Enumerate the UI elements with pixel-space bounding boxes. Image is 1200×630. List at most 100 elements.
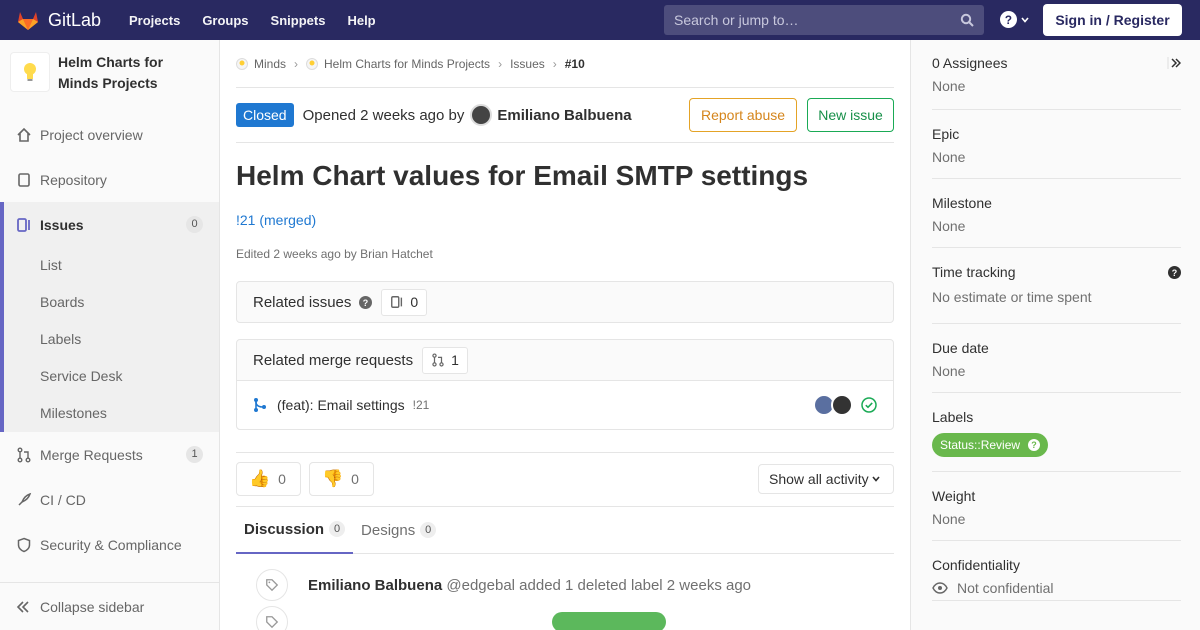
mr-title[interactable]: (feat): Email settings xyxy=(277,397,405,413)
help-dropdown[interactable]: ? xyxy=(1000,11,1030,28)
eye-icon xyxy=(932,582,948,594)
sidebar-item-label: Issues xyxy=(40,216,84,233)
question-icon: ? xyxy=(1028,439,1041,451)
breadcrumb: Minds › Helm Charts for Minds Projects ›… xyxy=(236,40,894,88)
mr-ref: !21 xyxy=(412,398,430,412)
label-status-review[interactable]: Status::Review ? xyxy=(932,433,1049,457)
avatar[interactable] xyxy=(831,394,853,416)
shield-icon xyxy=(16,537,32,553)
milestone-title: Milestone xyxy=(932,195,992,211)
weight-block: Weight None xyxy=(932,472,1181,541)
sidebar-item-label: Security & Compliance xyxy=(40,536,182,553)
award-emoji-bar: 👍 0 👎 0 Show all activity xyxy=(236,462,894,496)
note-author[interactable]: Emiliano Balbuena xyxy=(308,577,442,594)
sidebar-item-label: CI / CD xyxy=(40,491,86,508)
sidebar-item-repository[interactable]: Repository xyxy=(0,157,219,202)
breadcrumb-issues[interactable]: Issues xyxy=(510,57,545,71)
tag-icon xyxy=(256,569,288,601)
related-mrs-count[interactable]: 1 xyxy=(422,346,468,374)
nav-help[interactable]: Help xyxy=(347,13,375,28)
note-handle[interactable]: @edgebal xyxy=(446,577,515,594)
breadcrumb-issue-number[interactable]: #10 xyxy=(565,57,585,71)
thumbs-up-button[interactable]: 👍 0 xyxy=(236,462,301,496)
milestone-value: None xyxy=(932,218,966,234)
sidebar-subitem-boards[interactable]: Boards xyxy=(4,284,219,321)
collapse-sidebar-button[interactable]: Collapse sidebar xyxy=(0,582,219,630)
issue-header: Closed Opened 2 weeks ago by Emiliano Ba… xyxy=(236,88,894,143)
issue-title: Helm Chart values for Email SMTP setting… xyxy=(236,160,809,191)
nav-snippets[interactable]: Snippets xyxy=(271,13,326,28)
sidebar-subitem-list[interactable]: List xyxy=(4,247,219,284)
question-icon: ? xyxy=(1000,11,1017,28)
project-header[interactable]: Helm Charts for Minds Projects xyxy=(0,40,219,112)
merge-icon xyxy=(432,353,444,367)
search-icon[interactable] xyxy=(960,13,974,27)
assignees-block: 0 Assignees None xyxy=(932,40,1181,110)
confidentiality-block: Confidentiality Not confidential xyxy=(932,541,1181,601)
related-issues-count[interactable]: 0 xyxy=(381,288,428,316)
question-icon[interactable]: ? xyxy=(359,295,373,309)
due-date-block: Due date None xyxy=(932,324,1181,393)
related-mr-row[interactable]: (feat): Email settings !21 xyxy=(237,381,893,429)
right-sidebar: 0 Assignees None Epic None Milestone Non… xyxy=(910,40,1200,630)
report-abuse-button[interactable]: Report abuse xyxy=(689,98,797,132)
collapse-sidebar-label: Collapse sidebar xyxy=(40,598,145,615)
due-date-title: Due date xyxy=(932,340,989,356)
left-sidebar: Helm Charts for Minds Projects Project o… xyxy=(0,40,220,630)
merge-icon xyxy=(16,447,32,463)
new-issue-button[interactable]: New issue xyxy=(807,98,894,132)
breadcrumb-project[interactable]: Helm Charts for Minds Projects xyxy=(306,57,490,71)
tab-discussion[interactable]: Discussion 0 xyxy=(236,506,354,554)
activity-filter-dropdown[interactable]: Show all activity xyxy=(758,464,894,494)
lightbulb-icon xyxy=(306,57,319,70)
top-navbar: GitLab Projects Groups Snippets Help ? S… xyxy=(0,0,1200,40)
label-pill[interactable] xyxy=(552,612,666,630)
time-tracking-value: No estimate or time spent xyxy=(932,289,1092,305)
gitlab-logo[interactable]: GitLab xyxy=(16,8,116,32)
svg-text:?: ? xyxy=(363,297,368,307)
chevron-down-icon xyxy=(872,476,880,482)
gitlab-tanuki-icon xyxy=(18,12,38,30)
breadcrumb-minds[interactable]: Minds xyxy=(236,57,286,71)
merge-request-link[interactable]: !21 (merged) xyxy=(236,212,894,228)
labels-title: Labels xyxy=(932,409,974,425)
weight-value: None xyxy=(932,511,966,527)
sidebar-item-issues[interactable]: Issues 0 xyxy=(0,202,219,247)
activity-filter-label: Show all activity xyxy=(769,471,869,487)
tab-label: Designs xyxy=(361,521,416,539)
sidebar-item-project-overview[interactable]: Project overview xyxy=(0,112,219,157)
sidebar-item-security[interactable]: Security & Compliance xyxy=(0,522,219,567)
sidebar-item-ci-cd[interactable]: CI / CD xyxy=(0,477,219,522)
thumbs-up-icon: 👍 xyxy=(249,469,271,488)
author-avatar[interactable] xyxy=(470,104,493,126)
nav-groups[interactable]: Groups xyxy=(202,13,248,28)
issues-count-badge: 0 xyxy=(186,216,203,233)
tab-designs[interactable]: Designs 0 xyxy=(353,506,444,554)
thumbs-down-button[interactable]: 👎 0 xyxy=(308,462,374,496)
mr-assignee-avatars xyxy=(813,394,853,416)
sidebar-subitem-service-desk[interactable]: Service Desk xyxy=(4,358,219,395)
labels-block: Labels Status::Review ? xyxy=(932,393,1181,472)
due-date-value: None xyxy=(932,363,966,379)
breadcrumb-label: Minds xyxy=(254,56,287,71)
breadcrumb-separator: › xyxy=(294,56,299,71)
sidebar-subitem-milestones[interactable]: Milestones xyxy=(4,395,219,432)
project-title: Helm Charts for Minds Projects xyxy=(58,54,164,91)
search-input[interactable] xyxy=(664,12,949,28)
nav-projects[interactable]: Projects xyxy=(129,13,180,28)
pipeline-success-icon[interactable] xyxy=(861,397,877,413)
double-chevron-right-icon[interactable] xyxy=(1167,57,1181,69)
related-issues-title: Related issues xyxy=(253,293,352,311)
sign-in-button[interactable]: Sign in / Register xyxy=(1043,4,1182,36)
author-name[interactable]: Emiliano Balbuena xyxy=(497,107,631,124)
sidebar-subitem-labels[interactable]: Labels xyxy=(4,321,219,358)
question-icon[interactable]: ? xyxy=(1168,266,1181,279)
issues-icon xyxy=(16,217,32,233)
sidebar-item-label: Merge Requests xyxy=(40,446,143,463)
issue-tabs: Discussion 0 Designs 0 xyxy=(236,506,894,554)
project-avatar xyxy=(10,52,50,92)
thumbs-up-count: 0 xyxy=(278,471,286,487)
thumbs-down-icon: 👎 xyxy=(321,469,344,488)
system-note xyxy=(236,606,894,630)
sidebar-item-merge-requests[interactable]: Merge Requests 1 xyxy=(0,432,219,477)
